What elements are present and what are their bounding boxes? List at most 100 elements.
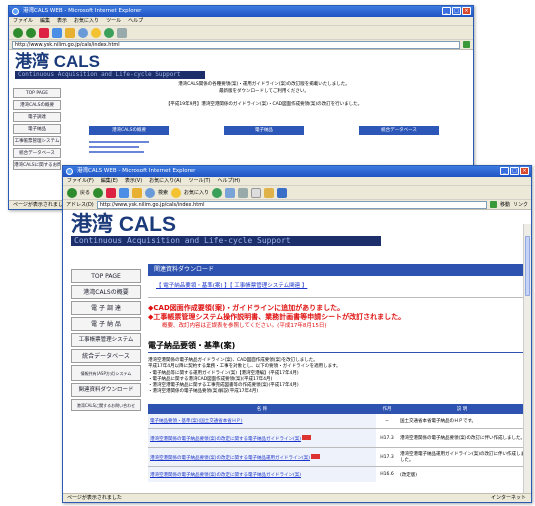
back-menu-favorites[interactable]: お気に入り bbox=[74, 18, 99, 24]
stop-icon[interactable] bbox=[39, 27, 49, 38]
site-logo: 港湾 CALS bbox=[71, 213, 176, 236]
nav-top-page[interactable]: TOP PAGE bbox=[71, 269, 141, 283]
minimize-icon[interactable]: _ bbox=[500, 167, 509, 175]
top-links[interactable]: 【 電子納品要領・基準(案) 】【 工事帳票管理システム関連 】 bbox=[156, 282, 526, 291]
minimize-icon[interactable]: _ bbox=[442, 7, 451, 15]
back-menu-file[interactable]: ファイル bbox=[13, 18, 33, 24]
print-icon[interactable] bbox=[251, 187, 262, 198]
stop-icon[interactable] bbox=[106, 187, 117, 198]
back-arrow-icon[interactable] bbox=[67, 187, 77, 198]
doc-date: H17.3 bbox=[380, 454, 394, 460]
media-icon[interactable] bbox=[104, 27, 114, 38]
home-icon[interactable] bbox=[132, 187, 143, 198]
search-icon[interactable] bbox=[145, 187, 156, 198]
go-icon[interactable] bbox=[463, 41, 470, 48]
messenger-icon[interactable] bbox=[277, 187, 288, 198]
search-button-label[interactable]: 検索 bbox=[158, 188, 168, 198]
close-icon[interactable]: × bbox=[462, 7, 471, 15]
menu-edit[interactable]: 編集(E) bbox=[101, 178, 118, 184]
back-button-label[interactable]: 戻る bbox=[80, 188, 90, 198]
menu-tools[interactable]: ツール(T) bbox=[189, 178, 211, 184]
scrollbar-thumb[interactable] bbox=[525, 236, 530, 296]
back-nav-database[interactable]: 統合データベース bbox=[13, 148, 61, 158]
search-icon[interactable] bbox=[78, 27, 88, 38]
back-notice-line3: 【平成19年9月】港湾空港関係のガイドライン(案)・CAD図面作成要領(案)の改… bbox=[165, 102, 363, 107]
home-icon[interactable] bbox=[65, 27, 75, 38]
site-subtitle: Continuous Acquisition and Life-cycle Su… bbox=[71, 236, 381, 246]
favorites-icon[interactable] bbox=[171, 187, 182, 198]
back-nav-top[interactable]: TOP PAGE bbox=[13, 88, 61, 98]
front-menu-bar: ファイル(F) 編集(E) 表示(V) お気に入り(A) ツール(T) ヘルプ(H) bbox=[63, 177, 531, 186]
menu-view[interactable]: 表示(V) bbox=[125, 178, 142, 184]
doc-date: ─ bbox=[385, 418, 389, 424]
nav-procurement[interactable]: 電 子 調 達 bbox=[71, 301, 141, 315]
doc-desc: 国土交通省本省電子納品のＨＰです。 bbox=[400, 419, 477, 425]
back-link-line[interactable] bbox=[89, 146, 139, 148]
doc-link[interactable]: 港湾空港関係の電子納品要領(案)の改定に関する電子納品ガイドライン(案) bbox=[150, 473, 301, 478]
nav-asp-system[interactable]: 情報共有(ASP方式)システム bbox=[71, 365, 141, 381]
front-title-bar[interactable]: 港湾CALS WEB - Microsoft Internet Explorer… bbox=[63, 166, 531, 177]
doc-link[interactable]: 港湾空港関係の電子納品要領(案)の改定に関する電子納品運用ガイドライン(案) bbox=[150, 456, 310, 461]
nav-database[interactable]: 統合データベース bbox=[71, 349, 141, 363]
nav-forms-system[interactable]: 工事帳票管理システム bbox=[71, 333, 141, 347]
mail-icon[interactable] bbox=[238, 187, 249, 198]
go-button[interactable]: 移動 bbox=[500, 201, 510, 208]
nav-contact[interactable]: 港湾CALSに関するお問い合わせ bbox=[71, 399, 141, 411]
menu-file[interactable]: ファイル(F) bbox=[67, 178, 94, 184]
menu-favorites[interactable]: お気に入り(A) bbox=[149, 178, 181, 184]
doc-desc: 港湾空港関係の電子納品要領(案)の改訂に伴い作成しました。 bbox=[400, 436, 526, 442]
back-box-delivery[interactable]: 電子納品 bbox=[224, 126, 304, 135]
maximize-icon[interactable]: □ bbox=[510, 167, 519, 175]
back-title-bar[interactable]: 港湾CALS WEB - Microsoft Internet Explorer… bbox=[9, 6, 473, 17]
folder-icon[interactable] bbox=[264, 187, 275, 198]
back-link-line[interactable] bbox=[89, 151, 144, 153]
table-row: 港湾空港関係の電子納品要領(案)の改定に関する電子納品ガイドライン(案) H17… bbox=[148, 428, 526, 448]
forward-arrow-icon[interactable] bbox=[26, 27, 36, 38]
back-nav-delivery[interactable]: 電子納品 bbox=[13, 124, 61, 134]
back-link-line[interactable] bbox=[89, 141, 149, 143]
back-nav-forms[interactable]: 工事帳票管理システム bbox=[13, 136, 61, 146]
back-notice-line2: 最新版をダウンロードしてご利用ください。 bbox=[219, 89, 309, 94]
go-icon[interactable] bbox=[489, 201, 497, 208]
back-address-input[interactable]: http://www.ysk.nilim.go.jp/cals/index.ht… bbox=[12, 40, 460, 49]
address-input[interactable]: http://www.ysk.nilim.go.jp/cals/index.ht… bbox=[96, 200, 487, 209]
zone-indicator: インターネット bbox=[490, 495, 526, 501]
back-notice: 港湾CALS関係の各種要領(案)・運用ガイドライン(案)の改訂版を掲載いたしまし… bbox=[69, 81, 459, 108]
nav-downloads[interactable]: 関連資料ダウンロード bbox=[71, 383, 141, 397]
back-nav-overview[interactable]: 港湾CALSの概要 bbox=[13, 100, 61, 110]
back-nav-contact[interactable]: 港湾CALSに関するお問い合わせ bbox=[13, 160, 61, 170]
back-address-bar: http://www.ysk.nilim.go.jp/cals/index.ht… bbox=[9, 40, 473, 50]
doc-link[interactable]: 港湾空港関係の電子納品要領(案)の改定に関する電子納品ガイドライン(案) bbox=[150, 437, 301, 442]
menu-help[interactable]: ヘルプ(H) bbox=[217, 178, 240, 184]
front-browser-window: 港湾CALS WEB - Microsoft Internet Explorer… bbox=[62, 165, 532, 503]
back-box-database[interactable]: 統合データベース bbox=[359, 126, 439, 135]
close-icon[interactable]: × bbox=[520, 167, 529, 175]
back-arrow-icon[interactable] bbox=[13, 27, 23, 38]
nav-overview[interactable]: 港湾CALSの概要 bbox=[71, 285, 141, 299]
history-icon[interactable] bbox=[225, 187, 236, 198]
back-menu-view[interactable]: 表示 bbox=[57, 18, 67, 24]
vertical-scrollbar[interactable] bbox=[523, 224, 531, 493]
links-label[interactable]: リンク bbox=[513, 201, 528, 208]
back-notice-line1: 港湾CALS関係の各種要領(案)・運用ガイドライン(案)の改訂版を掲載いたしまし… bbox=[178, 82, 350, 87]
front-window-title: 港湾CALS WEB - Microsoft Internet Explorer bbox=[77, 168, 196, 174]
back-nav-procurement[interactable]: 電子調達 bbox=[13, 112, 61, 122]
back-menu-edit[interactable]: 編集 bbox=[40, 18, 50, 24]
page-header: 港湾 CALS Continuous Acquisition and Life-… bbox=[63, 210, 531, 246]
refresh-icon[interactable] bbox=[119, 187, 130, 198]
back-logo: 港湾 CALS bbox=[15, 52, 100, 71]
favorites-button-label[interactable]: お気に入り bbox=[184, 188, 209, 198]
mail-icon[interactable] bbox=[117, 27, 127, 38]
doc-link[interactable]: 電子納品要領・基準(案)(国土交通省本省ＨＰ) bbox=[150, 419, 243, 424]
back-box-overview[interactable]: 港湾CALSの概要 bbox=[89, 126, 169, 135]
refresh-icon[interactable] bbox=[52, 27, 62, 38]
back-menu-help[interactable]: ヘルプ bbox=[128, 18, 143, 24]
back-box-row: 港湾CALSの概要 電子納品 統合データベース bbox=[89, 126, 439, 135]
back-sidebar: TOP PAGE 港湾CALSの概要 電子調達 電子納品 工事帳票管理システム … bbox=[13, 88, 61, 172]
maximize-icon[interactable]: □ bbox=[452, 7, 461, 15]
favorites-icon[interactable] bbox=[91, 27, 101, 38]
back-menu-tools[interactable]: ツール bbox=[106, 18, 121, 24]
nav-delivery[interactable]: 電 子 納 品 bbox=[71, 317, 141, 331]
forward-arrow-icon[interactable] bbox=[93, 187, 104, 198]
media-icon[interactable] bbox=[212, 187, 223, 198]
